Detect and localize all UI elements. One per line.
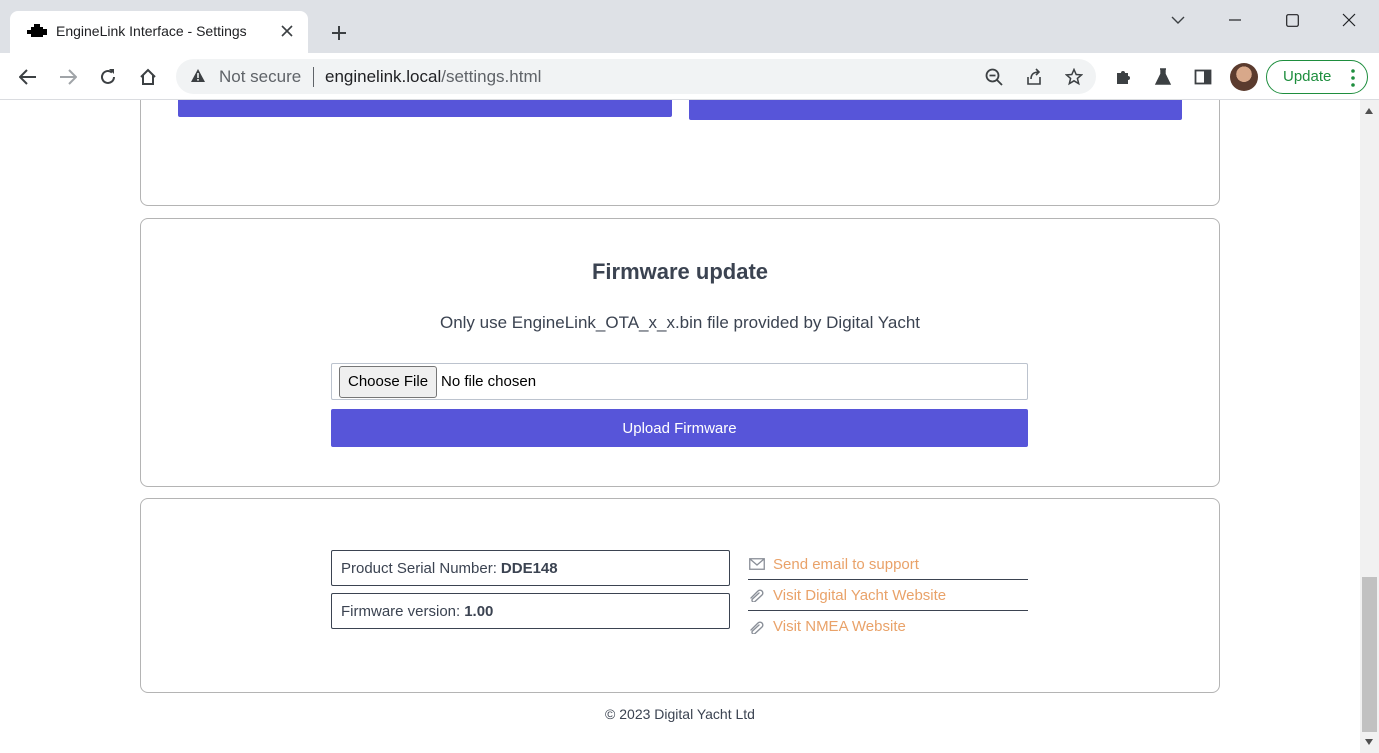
serial-value: DDE148	[500, 559, 558, 577]
close-window-icon[interactable]	[1334, 8, 1364, 32]
forward-arrow-icon[interactable]	[53, 62, 83, 92]
zoom-out-icon[interactable]	[981, 64, 1007, 90]
nmea-website-link[interactable]: Visit NMEA Website	[748, 611, 1028, 642]
firmware-title: Firmware update	[591, 259, 769, 284]
tab-close-icon[interactable]	[276, 20, 298, 42]
maximize-icon[interactable]	[1277, 8, 1307, 32]
page-viewport: Firmware update Only use EngineLink_OTA_…	[0, 100, 1360, 753]
support-email-link-text[interactable]: Send email to support	[773, 556, 919, 573]
paperclip-icon	[748, 587, 766, 603]
tab-strip: EngineLink Interface - Settings	[0, 0, 1379, 53]
device-info-card: Product Serial Number: DDE148 Firmware v…	[140, 498, 1220, 693]
nmea-link-text[interactable]: Visit NMEA Website	[773, 618, 906, 635]
more-menu-icon	[1351, 69, 1355, 87]
firmware-version-box: Firmware version: 1.00	[331, 593, 730, 629]
upload-firmware-button[interactable]: Upload Firmware	[331, 409, 1028, 447]
firmware-note: Only use EngineLink_OTA_x_x.bin file pro…	[439, 313, 921, 332]
back-arrow-icon[interactable]	[13, 62, 43, 92]
browser-toolbar: Not secure enginelink.local/settings.htm…	[0, 53, 1379, 100]
serial-label: Product Serial Number:	[341, 559, 497, 577]
scroll-up-arrow-icon[interactable]	[1365, 108, 1373, 114]
digital-yacht-website-link[interactable]: Visit Digital Yacht Website	[748, 580, 1028, 611]
bookmark-star-icon[interactable]	[1061, 64, 1087, 90]
settings-card-partial	[140, 100, 1220, 206]
browser-tab-active[interactable]: EngineLink Interface - Settings	[10, 11, 308, 53]
firmware-file-input[interactable]: Choose File No file chosen	[331, 363, 1028, 400]
profile-avatar[interactable]	[1230, 63, 1258, 91]
support-email-link[interactable]: Send email to support	[748, 549, 1028, 580]
browser-update-button[interactable]: Update	[1266, 60, 1368, 94]
tab-search-chevron-icon[interactable]	[1163, 8, 1193, 32]
envelope-icon	[748, 556, 766, 572]
update-label: Update	[1283, 68, 1332, 85]
no-file-chosen-text: No file chosen	[441, 373, 537, 390]
minimize-icon[interactable]	[1220, 8, 1250, 32]
url-host: enginelink.local	[325, 67, 442, 86]
engine-icon	[27, 24, 47, 37]
firmware-version-label: Firmware version:	[341, 602, 461, 620]
scroll-down-arrow-icon[interactable]	[1365, 739, 1373, 745]
address-separator	[313, 67, 314, 87]
paperclip-icon	[748, 619, 766, 635]
partial-action-button-right[interactable]	[689, 100, 1182, 120]
url-text[interactable]: enginelink.local/settings.html	[325, 67, 541, 87]
share-icon[interactable]	[1021, 64, 1047, 90]
firmware-version-value: 1.00	[464, 602, 494, 620]
labs-flask-icon[interactable]	[1149, 63, 1177, 91]
reload-icon[interactable]	[93, 62, 123, 92]
serial-number-box: Product Serial Number: DDE148	[331, 550, 730, 586]
choose-file-button[interactable]: Choose File	[339, 366, 438, 398]
address-bar[interactable]: Not secure enginelink.local/settings.htm…	[176, 59, 1096, 94]
digital-yacht-link-text[interactable]: Visit Digital Yacht Website	[773, 587, 946, 604]
scrollbar-thumb[interactable]	[1362, 577, 1377, 732]
not-secure-label[interactable]: Not secure	[219, 67, 301, 87]
tab-title: EngineLink Interface - Settings	[56, 23, 247, 39]
new-tab-plus-icon[interactable]	[326, 20, 352, 46]
warning-triangle-icon	[191, 69, 205, 82]
footer-copyright: © 2023 Digital Yacht Ltd	[605, 706, 755, 722]
firmware-update-card: Firmware update Only use EngineLink_OTA_…	[140, 218, 1220, 487]
page-scrollbar[interactable]	[1360, 100, 1379, 753]
url-path: /settings.html	[441, 67, 542, 86]
extensions-puzzle-icon[interactable]	[1109, 63, 1137, 91]
side-panel-icon[interactable]	[1189, 63, 1217, 91]
partial-action-button-left[interactable]	[178, 100, 672, 117]
home-icon[interactable]	[133, 62, 163, 92]
